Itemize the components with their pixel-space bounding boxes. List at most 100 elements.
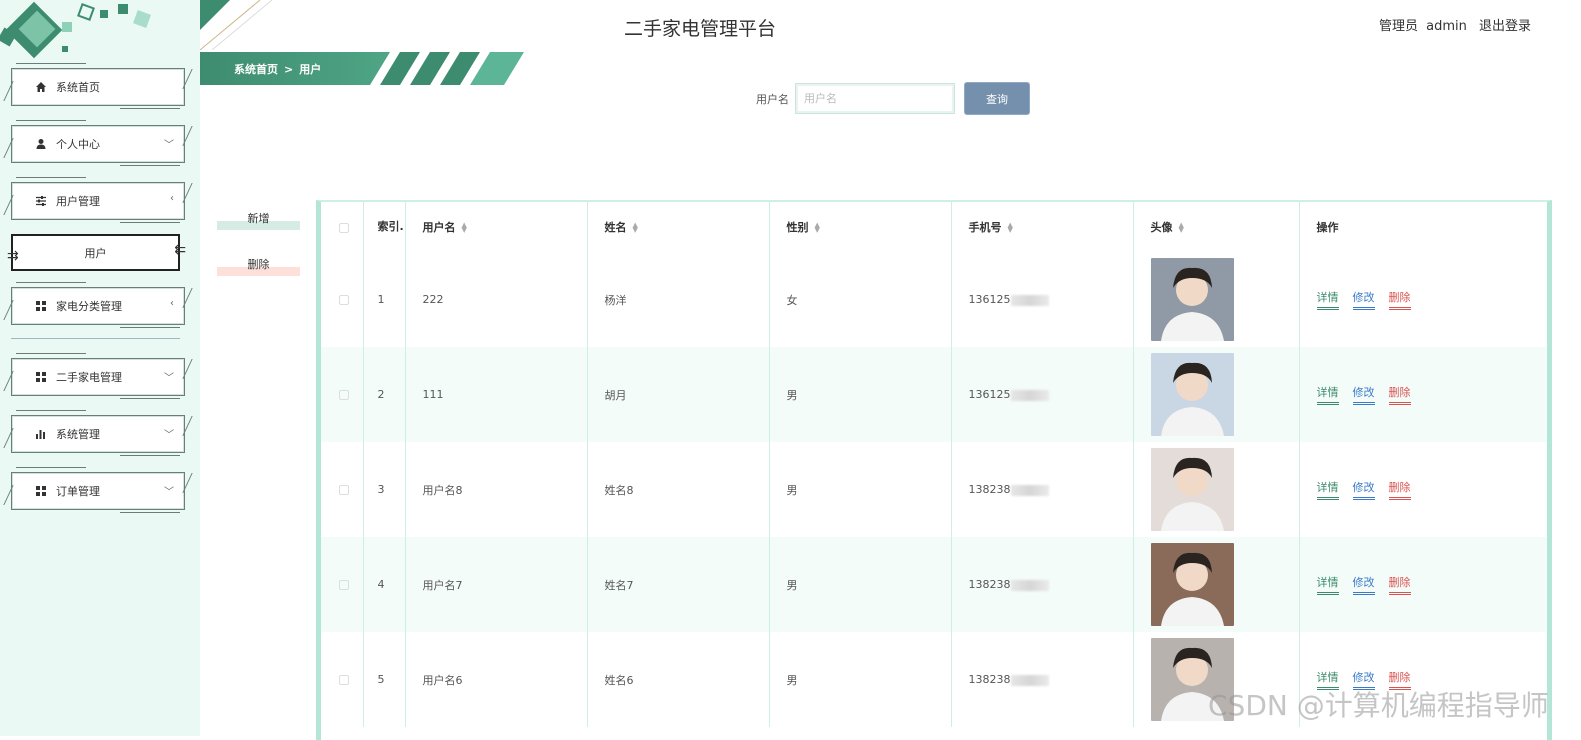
edit-link[interactable]: 修改: [1352, 574, 1375, 595]
sidebar: 系统首页 个人中心 ﹀ 用户管理 ‹ ⇉ 用户 ⇇ 家电分类管理 ‹ 二手家电管…: [0, 0, 200, 736]
nav-decoration: [173, 183, 193, 203]
detail-link[interactable]: 详情: [1316, 289, 1339, 310]
edit-link[interactable]: 修改: [1352, 479, 1375, 500]
phone-visible: 138238: [968, 578, 1011, 591]
cell-username: 111: [405, 347, 588, 442]
person-icon: [34, 137, 48, 151]
phone-redacted: [1010, 389, 1049, 401]
grid-icon: [34, 370, 48, 384]
cell-avatar: [1133, 252, 1300, 347]
phone-visible: 136125: [968, 388, 1011, 401]
sidebar-item-secondhand-appliance[interactable]: 二手家电管理 ﹀: [3, 353, 193, 399]
nav-decoration: [173, 69, 193, 89]
column-header-phone[interactable]: 手机号 ▲ ▼: [951, 202, 1134, 252]
row-checkbox[interactable]: [321, 537, 364, 632]
avatar-image[interactable]: [1150, 353, 1234, 436]
sidebar-item-system-management[interactable]: 系统管理 ﹀: [3, 410, 193, 456]
breadcrumb-home[interactable]: 系统首页: [234, 63, 278, 76]
cell-name: 胡月: [587, 347, 770, 442]
cell-avatar: [1133, 347, 1300, 442]
sidebar-item-label: 个人中心: [56, 138, 100, 151]
nav-decoration: [3, 428, 23, 448]
search-input[interactable]: [795, 83, 955, 114]
delete-button[interactable]: 删除: [217, 256, 300, 276]
nav-decoration: [3, 81, 23, 101]
nav-decoration: [3, 300, 23, 320]
column-header-username[interactable]: 用户名 ▲ ▼: [405, 202, 588, 252]
phone-redacted: [1010, 294, 1049, 306]
home-icon: [34, 80, 48, 94]
sidebar-item-label: 用户管理: [56, 195, 100, 208]
detail-link[interactable]: 详情: [1316, 479, 1339, 500]
add-button[interactable]: 新增: [217, 210, 300, 230]
chevron-down-icon: ﹀: [164, 430, 174, 441]
arrow-right-icon: ⇉: [7, 248, 19, 264]
chevron-down-icon: ﹀: [164, 140, 174, 151]
phone-redacted: [1010, 579, 1049, 591]
user-name: admin: [1426, 19, 1467, 34]
cell-phone: 136125: [951, 347, 1134, 442]
nav-decoration: [3, 138, 23, 158]
row-delete-link[interactable]: 删除: [1388, 289, 1411, 310]
sidebar-subitem-users[interactable]: ⇉ 用户 ⇇: [7, 234, 186, 271]
cell-gender: 男: [769, 347, 952, 442]
breadcrumb-separator: >: [284, 63, 294, 76]
breadcrumb: 系统首页 > 用户: [234, 61, 321, 77]
sidebar-item-user-management[interactable]: 用户管理 ‹: [3, 177, 193, 223]
row-checkbox[interactable]: [321, 252, 364, 347]
sort-icon[interactable]: ▲ ▼: [462, 222, 467, 234]
sort-icon[interactable]: ▲ ▼: [1179, 222, 1184, 234]
phone-redacted: [1010, 674, 1049, 686]
header-decoration: [200, 0, 273, 50]
column-header-label: 手机号: [968, 221, 1002, 234]
column-header-avatar[interactable]: 头像 ▲ ▼: [1133, 202, 1300, 252]
column-header-gender[interactable]: 性别 ▲ ▼: [769, 202, 952, 252]
nav-decoration: [3, 195, 23, 215]
user-box: 管理员 admin 退出登录: [1371, 15, 1531, 34]
cell-ops: 详情 修改 删除: [1299, 347, 1547, 442]
row-checkbox[interactable]: [321, 442, 364, 537]
column-header-name[interactable]: 姓名 ▲ ▼: [587, 202, 770, 252]
column-header-ops: 操作: [1316, 221, 1339, 234]
logout-link[interactable]: 退出登录: [1479, 19, 1531, 34]
avatar-image[interactable]: [1150, 258, 1234, 341]
row-delete-link[interactable]: 删除: [1388, 574, 1411, 595]
nav-decoration: [173, 359, 193, 379]
avatar-image[interactable]: [1150, 448, 1234, 531]
sidebar-item-home[interactable]: 系统首页: [3, 63, 193, 109]
chevron-down-icon: ﹀: [164, 487, 174, 498]
detail-link[interactable]: 详情: [1316, 574, 1339, 595]
sidebar-item-order-management[interactable]: 订单管理 ﹀: [3, 467, 193, 513]
sidebar-item-label: 系统首页: [56, 81, 100, 94]
detail-link[interactable]: 详情: [1316, 384, 1339, 405]
edit-link[interactable]: 修改: [1352, 289, 1375, 310]
edit-link[interactable]: 修改: [1352, 384, 1375, 405]
bar-chart-icon: [34, 427, 48, 441]
sort-icon[interactable]: ▲ ▼: [1008, 222, 1013, 234]
row-delete-link[interactable]: 删除: [1388, 479, 1411, 500]
avatar-image[interactable]: [1150, 543, 1234, 626]
search-label: 用户名: [756, 93, 789, 106]
table-row: 4 用户名7 姓名7 男 138238 详情 修改 删除: [321, 537, 1547, 632]
sidebar-item-appliance-category[interactable]: 家电分类管理 ‹: [3, 282, 193, 328]
row-checkbox[interactable]: [321, 347, 364, 442]
phone-visible: 138238: [968, 483, 1011, 496]
cell-phone: 138238: [951, 442, 1134, 537]
nav-decoration: [173, 473, 193, 493]
search-button[interactable]: 查询: [964, 82, 1030, 115]
column-header-label: 姓名: [604, 221, 627, 234]
cell-avatar: [1133, 537, 1300, 632]
sort-icon[interactable]: ▲ ▼: [633, 222, 638, 234]
sort-icon[interactable]: ▲ ▼: [815, 222, 820, 234]
row-delete-link[interactable]: 删除: [1388, 384, 1411, 405]
grid-icon: [34, 484, 48, 498]
row-checkbox[interactable]: [321, 632, 364, 727]
select-all-checkbox[interactable]: [321, 202, 364, 252]
phone-redacted: [1010, 484, 1049, 496]
sidebar-item-personal-center[interactable]: 个人中心 ﹀: [3, 120, 193, 166]
divider: [11, 338, 180, 342]
cell-ops: 详情 修改 删除: [1299, 442, 1547, 537]
sidebar-item-label: 二手家电管理: [56, 371, 122, 384]
cell-index: 1: [363, 252, 406, 347]
sidebar-subitem-label: 用户: [84, 246, 107, 260]
